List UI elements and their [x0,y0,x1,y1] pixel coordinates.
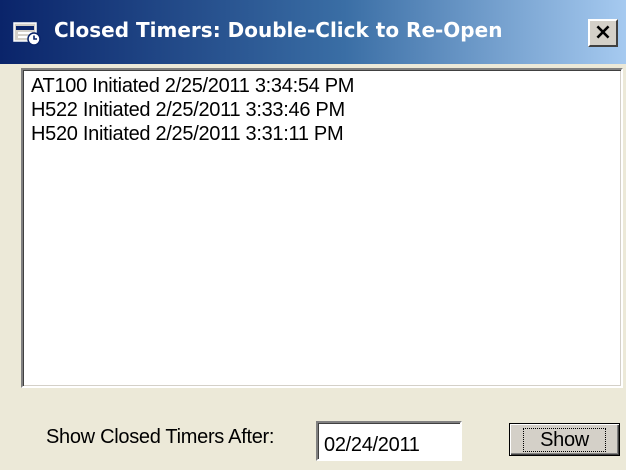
show-after-label: Show Closed Timers After: [46,426,275,448]
closed-timers-window: Closed Timers: Double-Click to Re-Open ×… [0,0,626,470]
after-date-input[interactable] [316,421,462,461]
closed-timers-list[interactable]: AT100 Initiated 2/25/2011 3:34:54 PM H52… [21,68,623,388]
close-button[interactable]: × [588,19,618,47]
timer-window-icon [13,22,41,46]
list-item[interactable]: H522 Initiated 2/25/2011 3:33:46 PM [31,98,621,122]
title-bar[interactable]: Closed Timers: Double-Click to Re-Open × [0,0,626,64]
list-item[interactable]: AT100 Initiated 2/25/2011 3:34:54 PM [31,74,621,98]
close-icon: × [593,20,613,45]
list-item[interactable]: H520 Initiated 2/25/2011 3:31:11 PM [31,122,621,146]
show-button[interactable]: Show [509,423,620,456]
window-title: Closed Timers: Double-Click to Re-Open [54,18,503,42]
show-button-label: Show [523,427,606,452]
